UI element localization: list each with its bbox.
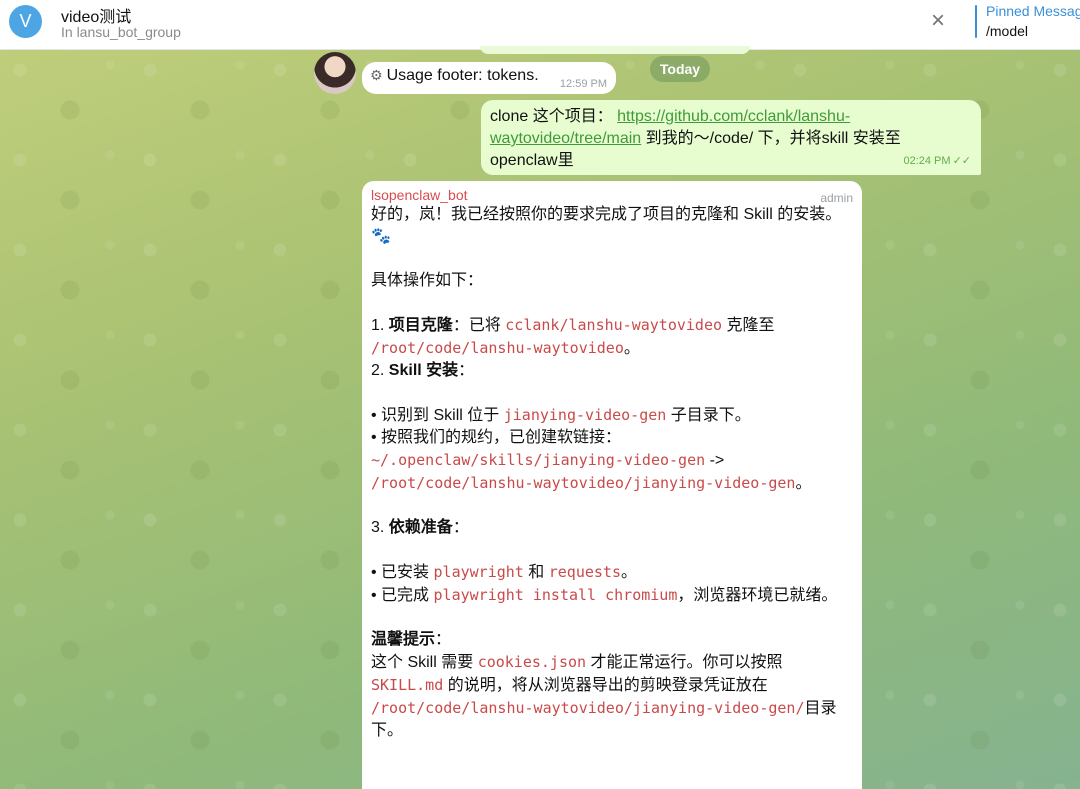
code-span: playwright install chromium <box>433 586 678 604</box>
gear-icon: ⚙ <box>370 67 383 83</box>
code-span: /root/code/lanshu-waytovideo/jianying-vi… <box>371 474 796 492</box>
list-item: • 按照我们的规约，已创建软链接： ~/.openclaw/skills/jia… <box>371 429 812 492</box>
date-divider: Today <box>650 56 710 82</box>
sender-name[interactable]: lsopenclaw_bot <box>371 186 853 204</box>
code-span: /root/code/lanshu-waytovideo <box>371 339 624 357</box>
message-text: clone 这个项目： <box>490 108 613 125</box>
pinned-message-text[interactable]: /model <box>986 23 1028 39</box>
code-span: requests <box>548 563 621 581</box>
message-paragraph: 具体操作如下： <box>371 272 484 289</box>
tip-heading: 温馨提示： <box>371 631 452 648</box>
code-span: ~/.openclaw/skills/jianying-video-gen <box>371 451 706 469</box>
list-item: 1. 项目克隆：已将 cclank/lanshu-waytovideo 克隆至 … <box>371 316 775 357</box>
role-badge: admin <box>820 191 853 205</box>
chat-subtitle: In lansu_bot_group <box>61 24 181 40</box>
code-span: jianying-video-gen <box>503 406 667 424</box>
close-icon[interactable]: × <box>924 6 952 36</box>
previous-message-fragment <box>480 46 750 54</box>
code-span: playwright <box>433 563 524 581</box>
code-span: cclank/lanshu-waytovideo <box>505 316 723 334</box>
list-item: • 识别到 Skill 位于 jianying-video-gen 子目录下。 <box>371 406 751 424</box>
list-item: 2. Skill 安装： <box>371 362 475 379</box>
pinned-indicator <box>975 5 977 38</box>
usage-text: Usage footer: tokens. <box>386 67 539 84</box>
message-paragraph: 好的，岚！我已经按照你的要求完成了项目的克隆和 Skill 的安装。🐾 <box>371 206 842 245</box>
usage-message[interactable]: ⚙ Usage footer: tokens. 12:59 PM <box>362 62 616 94</box>
bot-message[interactable]: lsopenclaw_bot admin 好的，岚！我已经按照你的要求完成了项目… <box>362 181 862 789</box>
list-item: • 已安装 playwright 和 requests。 <box>371 563 638 581</box>
outgoing-message[interactable]: clone 这个项目： https://github.com/cclank/la… <box>481 100 981 175</box>
chat-header: V video测试 In lansu_bot_group × Pinned Me… <box>0 0 1080 50</box>
tip-paragraph: 这个 Skill 需要 cookies.json 才能正常运行。你可以按照 SK… <box>371 653 837 739</box>
pinned-message-title[interactable]: Pinned Messag <box>986 3 1080 19</box>
code-span: /root/code/lanshu-waytovideo/jianying-vi… <box>371 699 805 717</box>
chat-avatar[interactable]: V <box>9 5 42 38</box>
code-span: SKILL.md <box>371 676 444 694</box>
avatar[interactable] <box>314 52 356 94</box>
list-item: • 已完成 playwright install chromium，浏览器环境已… <box>371 586 838 604</box>
message-time: 12:59 PM <box>559 78 607 90</box>
code-span: cookies.json <box>477 653 587 671</box>
list-item: 3. 依赖准备： <box>371 519 469 536</box>
message-time: 02:24 PM ✓✓ <box>903 155 971 167</box>
read-check-icon: ✓✓ <box>952 155 971 167</box>
